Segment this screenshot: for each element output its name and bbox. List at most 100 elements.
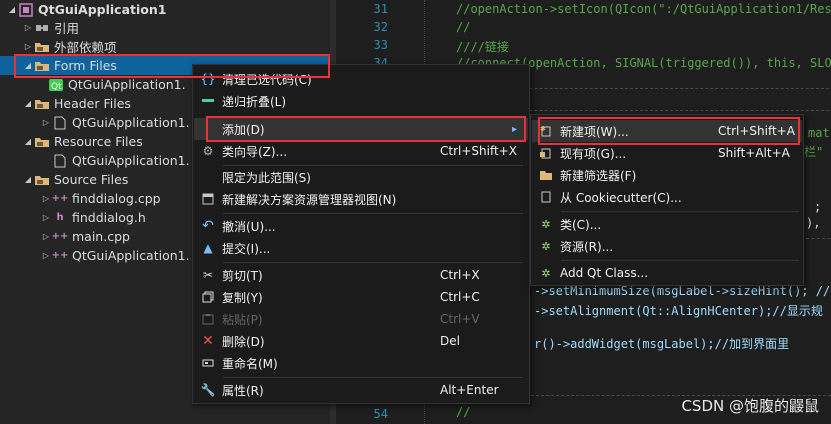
submenu-item-add-qt-class[interactable]: ✲ Add Qt Class... <box>532 262 802 284</box>
collapsed-arrow-icon[interactable]: ▷ <box>40 232 52 241</box>
line-number: 32 <box>373 20 388 34</box>
menu-item-collapse[interactable]: 递归折叠(L) <box>194 90 528 112</box>
menu-item-add[interactable]: 添加(D) ▸ <box>194 118 528 140</box>
tree-item-label: Resource Files <box>54 134 143 149</box>
cpp-file-icon: ++ <box>51 193 69 204</box>
tree-item-label: QtGuiApplication1. <box>68 77 186 92</box>
expanded-arrow-icon[interactable]: ◢ <box>22 137 34 146</box>
menu-item-commit[interactable]: ▲ 提交(I)... <box>194 237 528 259</box>
line-number: 54 <box>373 407 388 421</box>
new-filter-icon <box>532 169 560 181</box>
code-fragment: ->setMinimumSize(msgLabel->sizeHint(); /… <box>534 284 831 298</box>
class-icon: ✲ <box>541 217 551 231</box>
line-number: 33 <box>373 38 388 52</box>
tree-item-project[interactable]: ◢ QtGuiApplication1 <box>0 0 330 19</box>
folder-icon <box>34 173 50 187</box>
undo-icon: ↶ <box>202 218 214 234</box>
copy-icon <box>194 291 222 303</box>
svg-text:Qt: Qt <box>51 82 62 92</box>
qt-form-icon: Qt <box>48 78 64 92</box>
tree-item-label: Form Files <box>54 58 117 73</box>
menu-item-undo[interactable]: ↶ 撤消(U)... <box>194 215 528 237</box>
tree-item-label: Source Files <box>54 172 129 187</box>
rename-icon <box>194 357 222 369</box>
tree-item-label: Header Files <box>54 96 131 111</box>
cookiecutter-icon <box>532 191 560 203</box>
submenu-item-existing-item[interactable]: 现有项(G)... Shift+Alt+A <box>532 142 802 164</box>
code-line: // <box>456 20 471 34</box>
menu-separator <box>561 211 799 212</box>
tree-item-label: QtGuiApplication1. <box>72 115 190 130</box>
menu-item-class-wizard[interactable]: ⚙ 类向导(Z)... Ctrl+Shift+X <box>194 140 528 162</box>
menu-item-scope[interactable]: 限定为此范围(S) <box>194 166 528 188</box>
code-fragment: 栏" <box>804 145 824 159</box>
collapsed-arrow-icon[interactable]: ▷ <box>40 251 52 260</box>
submenu-item-class[interactable]: ✲ 类(C)... <box>532 213 802 235</box>
cpp-file-icon: ++ <box>51 231 69 242</box>
delete-icon: ✕ <box>202 333 214 349</box>
submenu-item-new-item[interactable]: ✱ 新建项(W)... Ctrl+Shift+A <box>532 120 802 142</box>
context-menu: {} 清理已选代码(C) 递归折叠(L) 添加(D) ▸ ⚙ 类向导(Z)...… <box>192 64 530 404</box>
menu-item-paste[interactable]: 粘贴(P) Ctrl+V <box>194 308 528 330</box>
tree-item-references[interactable]: ▷ 引用 <box>0 18 330 37</box>
tree-item-label: 外部依赖项 <box>54 40 117 55</box>
header-file-icon: h <box>56 212 64 223</box>
menu-item-cut[interactable]: ✂ 剪切(T) Ctrl+X <box>194 264 528 286</box>
expanded-arrow-icon[interactable]: ◢ <box>22 175 34 184</box>
tree-item-label: QtGuiApplication1 <box>38 2 167 17</box>
class-wizard-icon: ⚙ <box>202 144 214 158</box>
code-fragment: ->setAlignment(Qt::AlignHCenter);//显示规 <box>534 304 823 318</box>
svg-text:✱: ✱ <box>540 125 546 133</box>
menu-separator <box>223 262 523 263</box>
expanded-arrow-icon[interactable]: ◢ <box>22 61 34 70</box>
references-icon <box>34 21 50 35</box>
resource-icon: ✲ <box>541 239 551 253</box>
code-fragment: r()->addWidget(msgLabel);//加到界面里 <box>534 337 790 351</box>
folder-icon <box>34 135 50 149</box>
code-line: //openAction->setIcon(QIcon(":/QtGuiAppl… <box>456 2 831 16</box>
tree-item-label: 引用 <box>54 21 80 36</box>
menu-item-rename[interactable]: 重命名(M) <box>194 352 528 374</box>
collapsed-arrow-icon[interactable]: ▷ <box>22 42 34 51</box>
code-line: ////链接 <box>456 40 509 54</box>
menu-item-cleanup[interactable]: {} 清理已选代码(C) <box>194 68 528 90</box>
new-item-icon: ✱ <box>532 125 560 137</box>
tree-item-external-deps[interactable]: ▷ 外部依赖项 <box>0 37 330 56</box>
menu-item-properties[interactable]: 🔧 属性(R) Alt+Enter <box>194 379 528 401</box>
paste-icon <box>194 313 222 325</box>
code-line: // <box>456 405 471 419</box>
code-separator <box>806 238 831 239</box>
expanded-arrow-icon[interactable]: ◢ <box>22 99 34 108</box>
tree-item-label: QtGuiApplication1. <box>72 153 190 168</box>
menu-item-delete[interactable]: ✕ 删除(D) Del <box>194 330 528 352</box>
submenu-item-cookiecutter[interactable]: 从 Cookiecutter(C)... <box>532 186 802 208</box>
wrench-icon: 🔧 <box>200 383 216 397</box>
menu-item-new-view[interactable]: 新建解决方案资源管理器视图(N) <box>194 188 528 210</box>
tree-item-label: finddialog.h <box>72 210 146 225</box>
cleanup-icon: {} <box>200 72 216 86</box>
line-number: 31 <box>373 2 388 16</box>
collapsed-arrow-icon[interactable]: ▷ <box>40 213 52 222</box>
header-file-icon <box>52 116 68 130</box>
submenu-arrow-icon: ▸ <box>512 123 518 135</box>
commit-icon: ▲ <box>203 241 213 255</box>
folder-icon <box>34 40 50 54</box>
submenu-item-new-filter[interactable]: 新建筛选器(F) <box>532 164 802 186</box>
add-submenu: ✱ 新建项(W)... Ctrl+Shift+A 现有项(G)... Shift… <box>530 114 804 286</box>
tree-item-label: QtGuiApplication1. <box>72 248 190 263</box>
code-fragment: ; <box>814 200 822 214</box>
new-view-icon <box>194 193 222 205</box>
cpp-file-icon: ++ <box>51 250 69 261</box>
expanded-arrow-icon[interactable]: ◢ <box>6 5 18 14</box>
menu-separator <box>561 260 799 261</box>
resource-file-icon <box>52 154 68 168</box>
collapsed-arrow-icon[interactable]: ▷ <box>22 23 34 32</box>
menu-separator <box>223 377 523 378</box>
collapsed-arrow-icon[interactable]: ▷ <box>40 194 52 203</box>
menu-item-copy[interactable]: 复制(Y) Ctrl+C <box>194 286 528 308</box>
collapsed-arrow-icon[interactable]: ▷ <box>40 118 52 127</box>
project-icon <box>18 2 34 17</box>
submenu-item-resource[interactable]: ✲ 资源(R)... <box>532 235 802 257</box>
watermark: CSDN @饱腹的鼹鼠 <box>681 397 819 415</box>
tree-item-label: main.cpp <box>72 229 130 244</box>
